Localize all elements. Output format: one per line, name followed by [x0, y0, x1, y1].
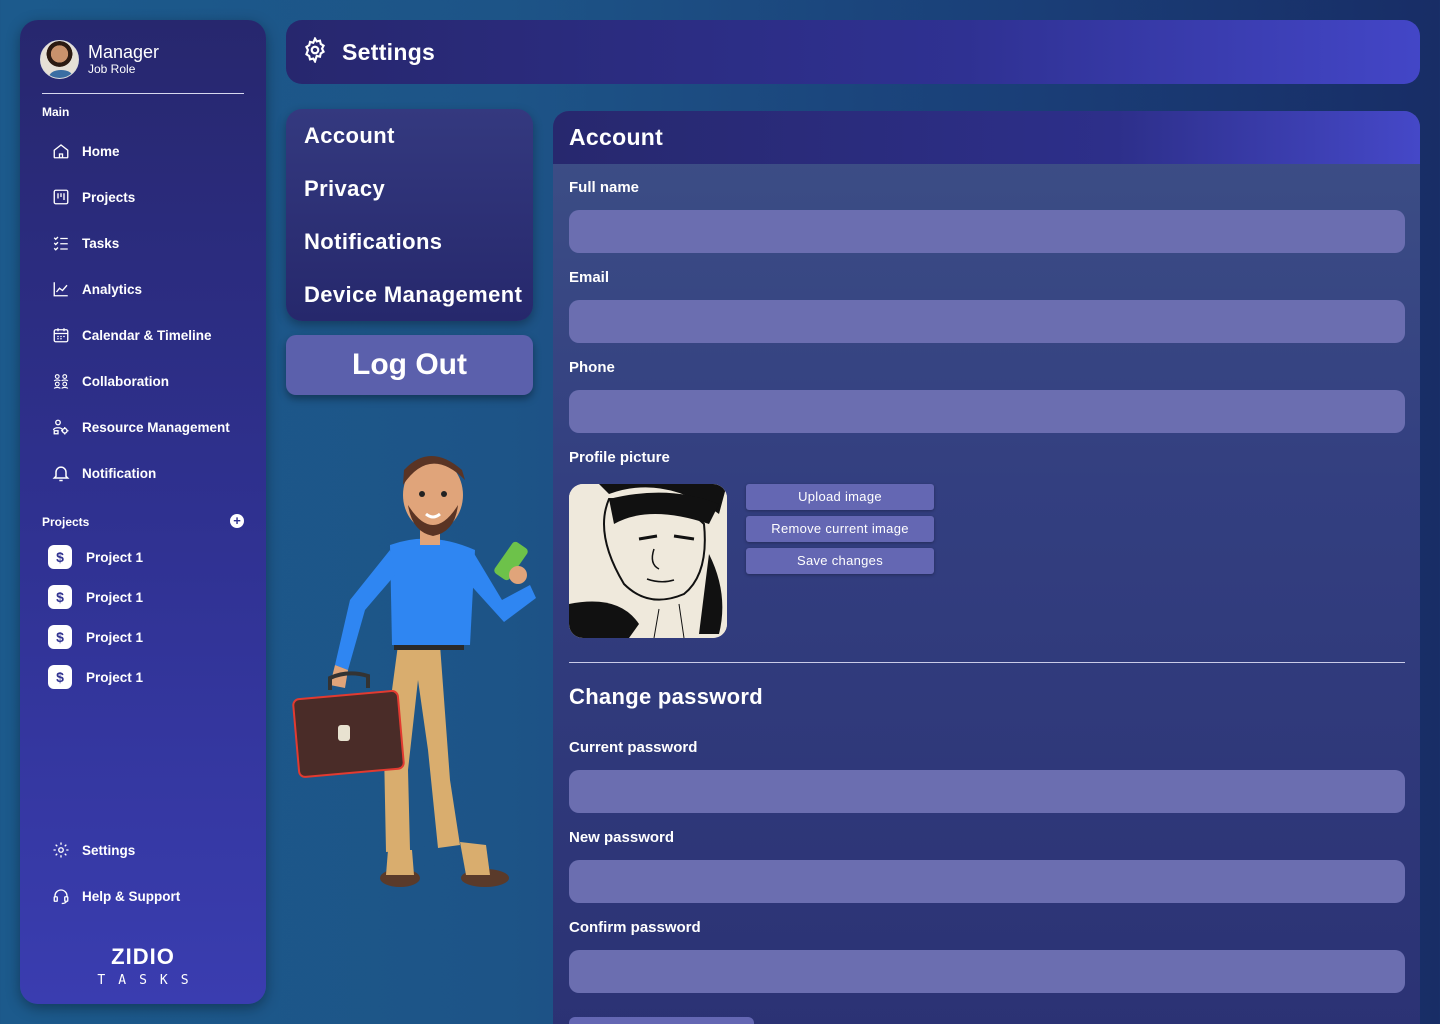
project-item[interactable]: $ Project 1: [48, 617, 143, 657]
sidebar-item-label: Projects: [82, 189, 136, 205]
save-changes-button[interactable]: Save changes: [746, 548, 934, 574]
settings-tab-notifications[interactable]: Notifications: [304, 227, 533, 280]
calendar-icon: [50, 324, 72, 346]
headset-icon: [50, 885, 72, 907]
user-name: Manager: [88, 42, 160, 62]
page-header: Settings: [286, 20, 1420, 84]
current-password-field[interactable]: [569, 770, 1405, 813]
profile-divider: [42, 93, 244, 94]
sidebar-item-notification[interactable]: Notification: [50, 450, 250, 496]
businessman-illustration: [292, 456, 536, 887]
account-panel-title: Account: [553, 111, 1420, 164]
analytics-icon: [50, 278, 72, 300]
sidebar-item-label: Tasks: [82, 235, 120, 251]
sidebar-item-tasks[interactable]: Tasks: [50, 220, 250, 266]
settings-tab-account[interactable]: Account: [304, 121, 533, 174]
confirm-password-field[interactable]: [569, 950, 1405, 993]
project-icon: $: [48, 545, 72, 569]
new-password-label: New password: [569, 829, 675, 846]
sidebar: Manager Job Role Main Home Projects Task…: [20, 20, 266, 1004]
main-section-label: Main: [42, 105, 70, 119]
project-icon: $: [48, 585, 72, 609]
profile-picture-label: Profile picture: [569, 449, 670, 466]
remove-image-button[interactable]: Remove current image: [746, 516, 934, 542]
sidebar-item-label: Home: [82, 143, 120, 159]
settings-tab-device-management[interactable]: Device Management: [304, 280, 533, 333]
add-project-button[interactable]: +: [230, 514, 244, 528]
projects-icon: [50, 186, 72, 208]
email-label: Email: [569, 269, 610, 286]
home-icon: [50, 140, 72, 162]
page-title: Settings: [342, 38, 436, 65]
current-password-label: Current password: [569, 739, 698, 756]
sidebar-item-calendar[interactable]: Calendar & Timeline: [50, 312, 250, 358]
profile-picture: [569, 484, 727, 638]
sidebar-item-help-support[interactable]: Help & Support: [50, 873, 180, 919]
main-nav: Home Projects Tasks Analytics Calendar &…: [50, 128, 250, 496]
upload-image-button[interactable]: Upload image: [746, 484, 934, 510]
project-label: Project 1: [86, 669, 144, 685]
confirm-password-label: Confirm password: [569, 919, 701, 936]
resource-icon: [50, 416, 72, 438]
project-icon: $: [48, 625, 72, 649]
avatar: [40, 40, 79, 79]
projects-section-label: Projects: [42, 515, 90, 529]
sidebar-item-label: Collaboration: [82, 373, 169, 389]
bottom-nav: Settings Help & Support: [50, 827, 180, 919]
phone-field[interactable]: [569, 390, 1405, 433]
section-divider: [569, 662, 1405, 663]
sidebar-item-home[interactable]: Home: [50, 128, 250, 174]
update-password-button[interactable]: [569, 1017, 754, 1024]
sidebar-item-label: Calendar & Timeline: [82, 327, 212, 343]
sidebar-item-settings[interactable]: Settings: [50, 827, 180, 873]
bell-icon: [50, 462, 72, 484]
sidebar-item-label: Analytics: [82, 281, 143, 297]
full-name-label: Full name: [569, 179, 640, 196]
project-item[interactable]: $ Project 1: [48, 537, 143, 577]
project-list: $ Project 1 $ Project 1 $ Project 1 $ Pr…: [48, 537, 143, 697]
sidebar-item-label: Notification: [82, 465, 157, 481]
settings-menu: Account Privacy Notifications Device Man…: [286, 109, 533, 321]
user-profile[interactable]: Manager Job Role: [40, 40, 159, 79]
zidio-logo: ZIDIO TASKS: [20, 944, 266, 988]
sidebar-item-label: Resource Management: [82, 419, 230, 435]
gear-icon: [302, 35, 328, 68]
sidebar-item-label: Settings: [82, 842, 136, 858]
settings-tab-privacy[interactable]: Privacy: [304, 174, 533, 227]
collaboration-icon: [50, 370, 72, 392]
project-icon: $: [48, 665, 72, 689]
new-password-field[interactable]: [569, 860, 1405, 903]
logout-button[interactable]: Log Out: [286, 335, 533, 395]
tasks-icon: [50, 232, 72, 254]
sidebar-item-resource-management[interactable]: Resource Management: [50, 404, 250, 450]
logo-subtitle: TASKS: [97, 973, 202, 988]
phone-label: Phone: [569, 359, 615, 376]
project-label: Project 1: [86, 549, 144, 565]
user-role: Job Role: [88, 62, 136, 76]
gear-icon: [50, 839, 72, 861]
email-field[interactable]: [569, 300, 1405, 343]
project-item[interactable]: $ Project 1: [48, 657, 143, 697]
sidebar-item-projects[interactable]: Projects: [50, 174, 250, 220]
sidebar-item-collaboration[interactable]: Collaboration: [50, 358, 250, 404]
project-item[interactable]: $ Project 1: [48, 577, 143, 617]
project-label: Project 1: [86, 589, 144, 605]
change-password-title: Change password: [569, 684, 763, 709]
sidebar-item-label: Help & Support: [82, 888, 181, 904]
project-label: Project 1: [86, 629, 144, 645]
account-panel: Account Full name Email Phone Profile pi…: [553, 111, 1420, 1024]
full-name-field[interactable]: [569, 210, 1405, 253]
logo-wordmark: ZIDIO: [111, 944, 175, 969]
sidebar-item-analytics[interactable]: Analytics: [50, 266, 250, 312]
